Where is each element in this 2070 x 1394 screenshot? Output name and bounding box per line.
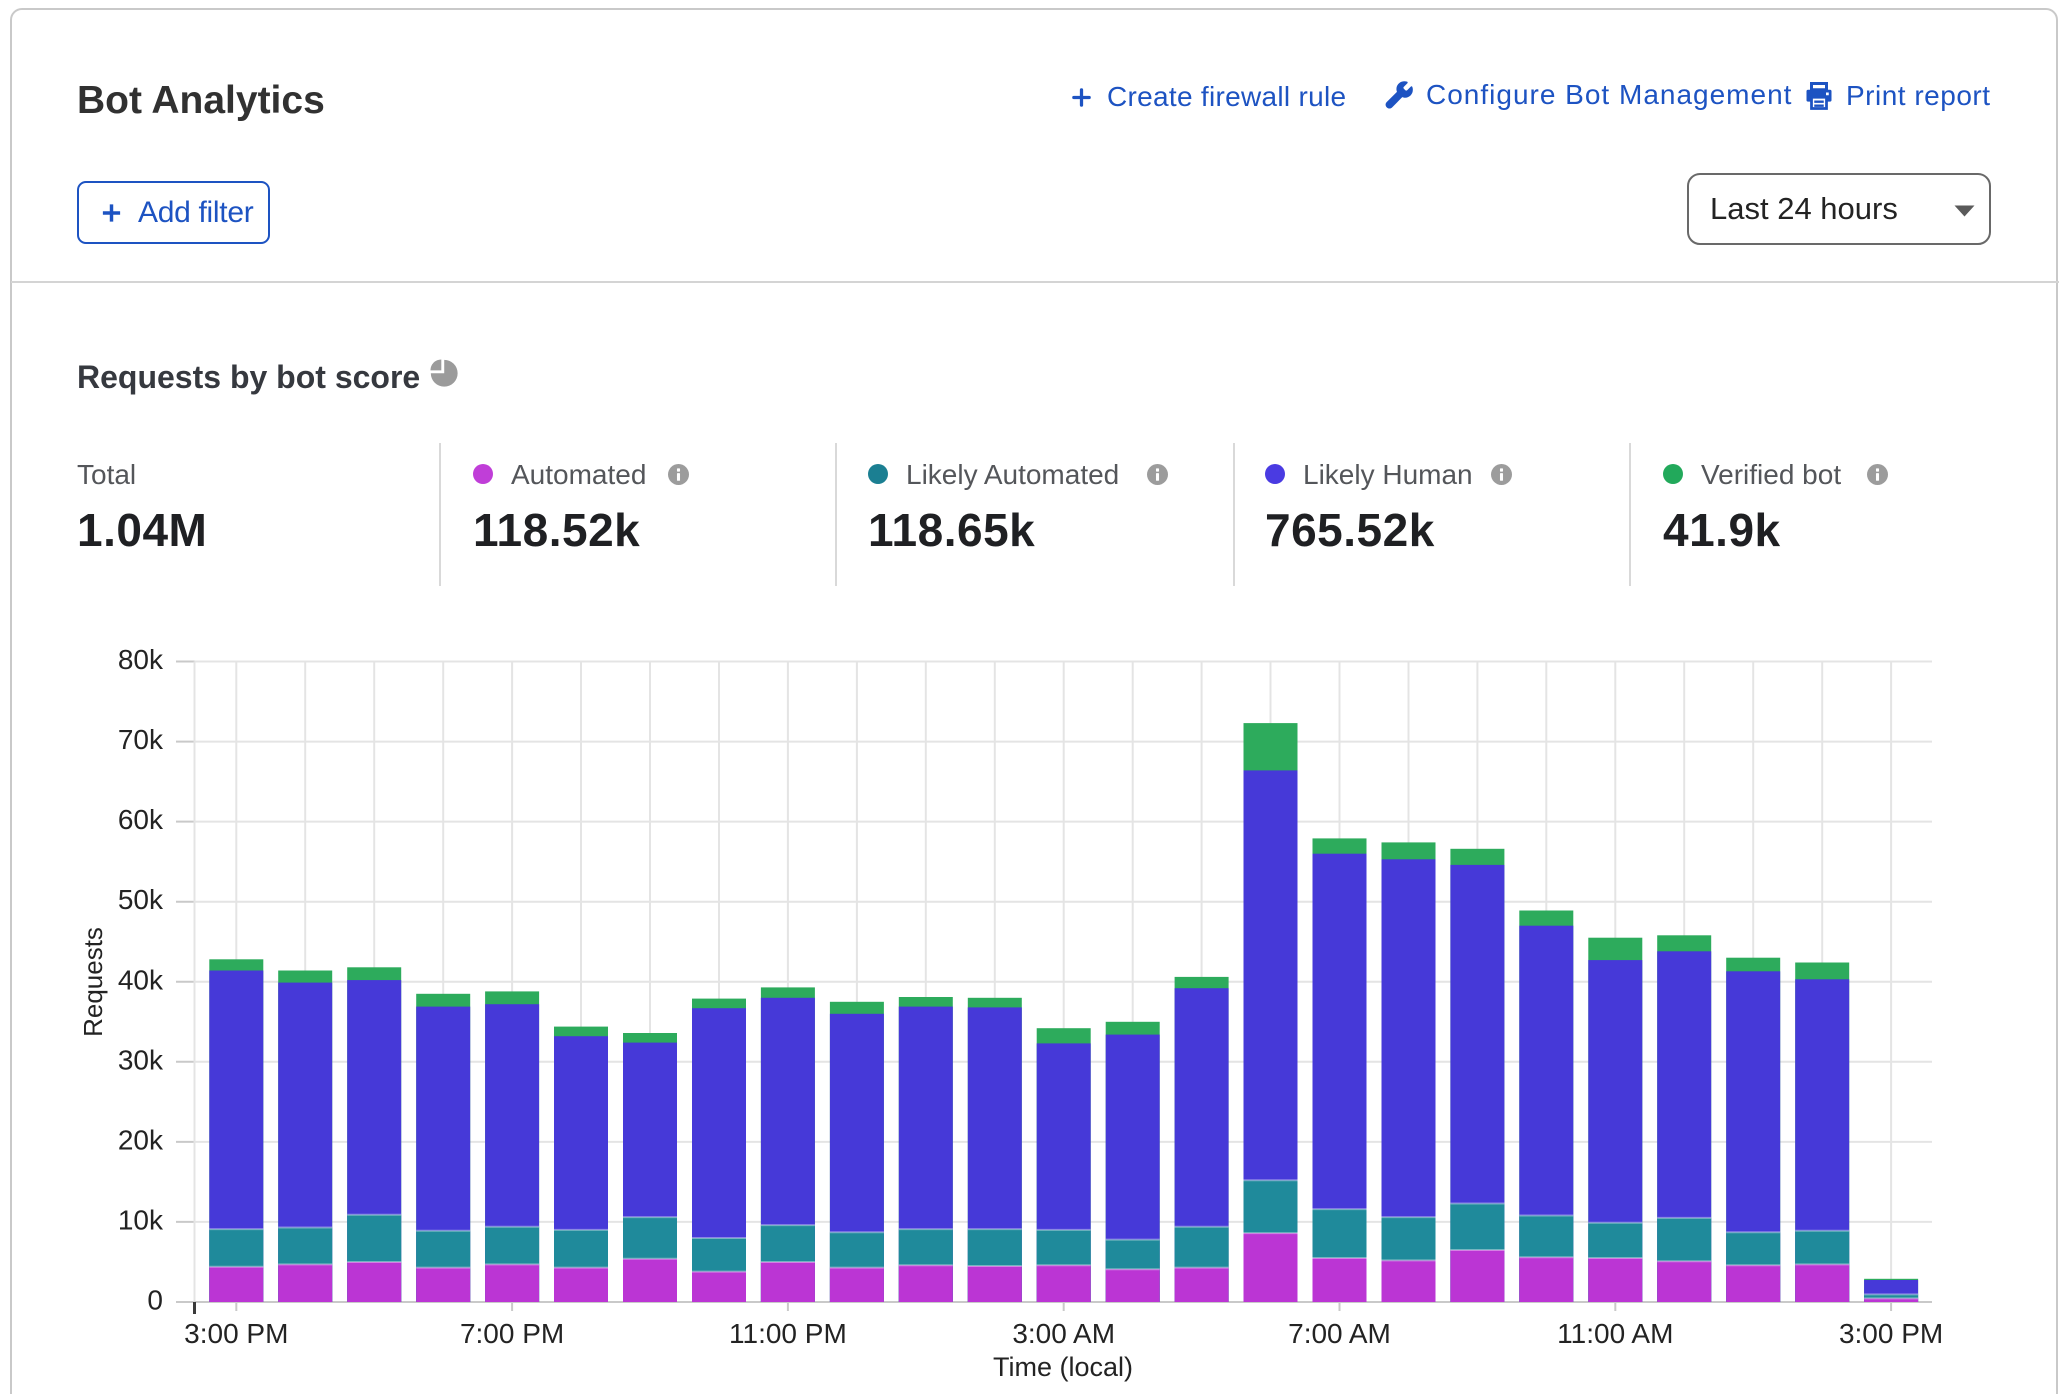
svg-text:11:00 AM: 11:00 AM [1557, 1318, 1673, 1349]
svg-text:30k: 30k [118, 1044, 164, 1075]
svg-text:0: 0 [147, 1285, 163, 1316]
svg-text:70k: 70k [118, 724, 164, 755]
svg-text:7:00 AM: 7:00 AM [1288, 1318, 1391, 1349]
svg-text:10k: 10k [118, 1204, 164, 1235]
svg-text:Requests: Requests [78, 927, 108, 1037]
svg-text:7:00 PM: 7:00 PM [460, 1318, 564, 1349]
svg-text:40k: 40k [118, 964, 164, 995]
svg-text:3:00 PM: 3:00 PM [1839, 1318, 1943, 1349]
svg-text:3:00 AM: 3:00 AM [1012, 1318, 1115, 1349]
svg-text:Time (local): Time (local) [993, 1352, 1133, 1382]
svg-text:60k: 60k [118, 804, 164, 835]
svg-text:80k: 80k [118, 644, 164, 675]
svg-text:20k: 20k [118, 1124, 164, 1155]
svg-text:50k: 50k [118, 884, 164, 915]
svg-text:11:00 PM: 11:00 PM [729, 1318, 847, 1349]
svg-text:3:00 PM: 3:00 PM [184, 1318, 288, 1349]
